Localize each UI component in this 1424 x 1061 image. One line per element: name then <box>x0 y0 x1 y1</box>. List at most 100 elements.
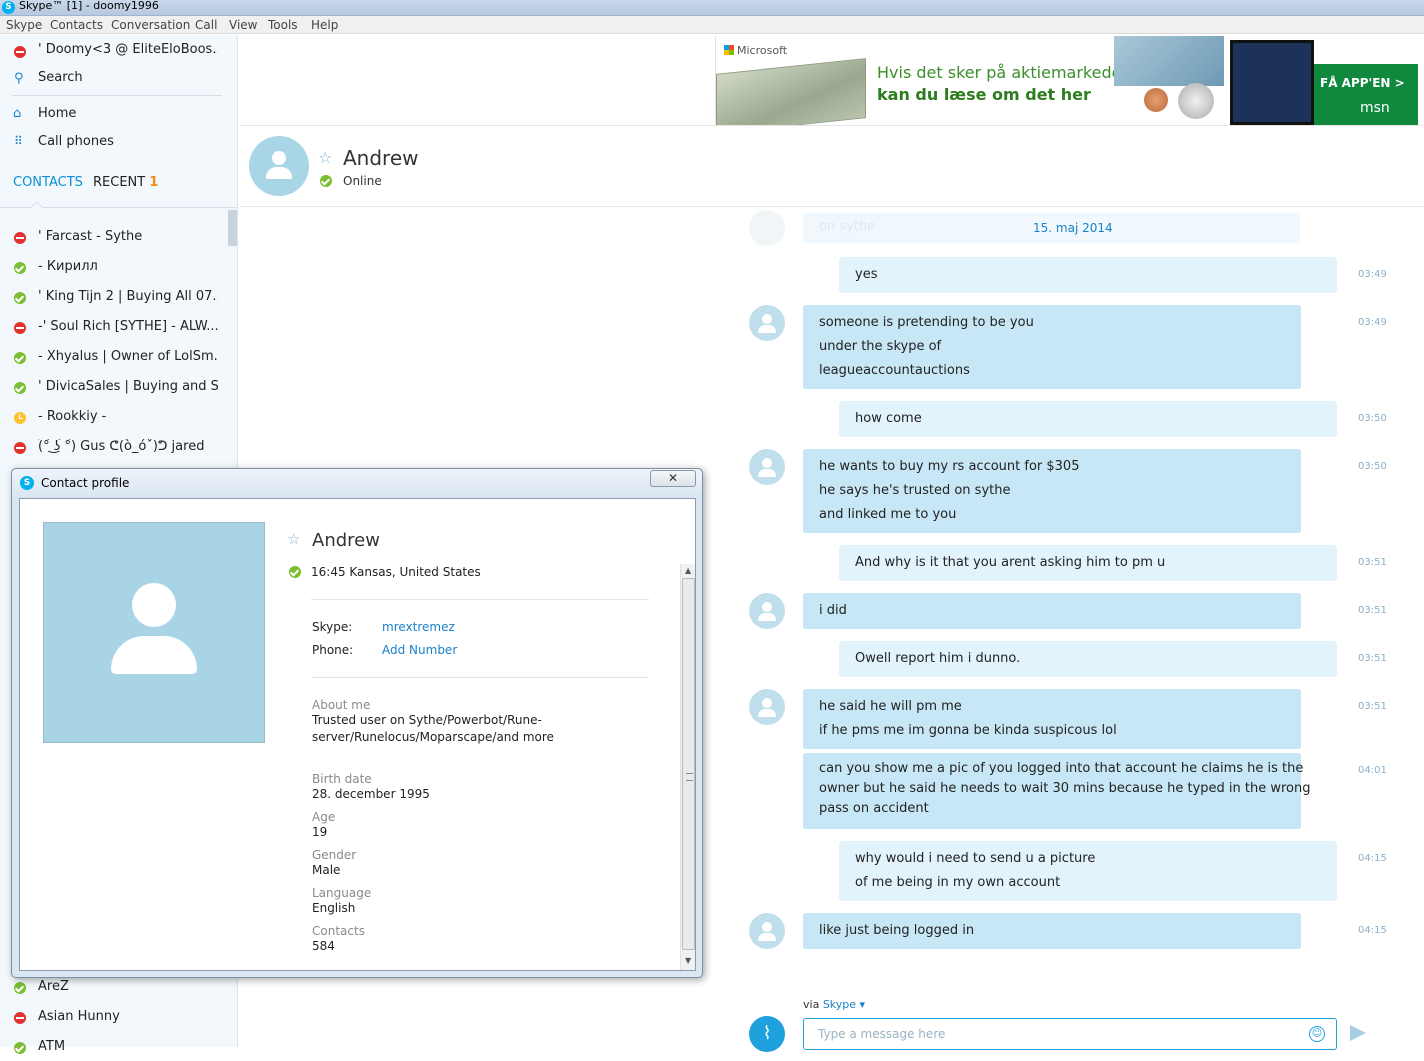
message-text: he says he's trusted on sythe <box>819 483 1011 498</box>
msn-logo: msn <box>1360 100 1390 116</box>
busy-status-icon <box>14 46 26 58</box>
contact-item[interactable]: ' Farcast - Sythe <box>0 225 236 251</box>
menu-call[interactable]: Call <box>195 18 217 32</box>
message-text: owner but he said he needs to wait 30 mi… <box>819 781 1311 796</box>
avatar[interactable] <box>249 136 309 196</box>
search-item[interactable]: ⚲ Search <box>0 66 236 92</box>
avatar[interactable] <box>749 449 785 485</box>
contact-item[interactable]: - Xhyalus | Owner of LolSm... <box>0 345 236 371</box>
scroll-thumb[interactable] <box>682 578 695 950</box>
message-text: why would i need to send u a picture <box>855 851 1096 866</box>
message-timestamp: 03:51 <box>1358 701 1387 712</box>
outgoing-message[interactable]: why would i need to send u a picture of m… <box>839 841 1337 901</box>
ad-cta-button[interactable]: FÅ APP'EN > msn <box>1314 64 1418 125</box>
favorite-star-icon[interactable]: ☆ <box>318 148 332 167</box>
online-status-icon <box>320 175 332 187</box>
avatar <box>749 210 785 246</box>
contact-item[interactable]: -' Soul Rich [SYTHE] - ALW... <box>0 315 236 341</box>
online-status-icon <box>14 1042 26 1054</box>
outgoing-message[interactable]: Owell report him i dunno. <box>839 641 1337 677</box>
incoming-message[interactable]: i did <box>803 593 1301 629</box>
outgoing-message[interactable]: how come <box>839 401 1337 437</box>
online-status-icon <box>289 566 301 578</box>
ad-headline-1: Hvis det sker på aktiemarkedet, <box>877 63 1133 82</box>
send-icon[interactable] <box>1350 1025 1366 1041</box>
my-profile[interactable]: ' Doomy<3 @ EliteEloBoos... <box>0 38 236 64</box>
message-input[interactable] <box>803 1018 1337 1050</box>
menu-conversation[interactable]: Conversation <box>111 18 190 32</box>
tab-indicator <box>30 201 43 214</box>
profile-divider <box>311 599 649 600</box>
menu-view[interactable]: View <box>229 18 257 32</box>
message-timestamp: 04:01 <box>1358 765 1387 776</box>
contact-name: Asian Hunny <box>38 1009 120 1024</box>
message-text: can you show me a pic of you logged into… <box>819 761 1304 776</box>
close-button[interactable]: ✕ <box>650 470 696 487</box>
contact-item[interactable]: - Rookkiy - <box>0 405 236 431</box>
age-label: Age <box>312 810 336 824</box>
outgoing-message[interactable]: And why is it that you arent asking him … <box>839 545 1337 581</box>
incoming-message[interactable]: can you show me a pic of you logged into… <box>803 753 1311 829</box>
microsoft-logo-icon <box>724 45 734 55</box>
my-profile-name: ' Doomy<3 @ EliteEloBoos... <box>38 42 218 57</box>
contact-name: (͡° ͜ʖ ͡°) Gus ᕦ(ò_óˇ)ᕤ jared <box>38 439 205 454</box>
contact-name[interactable]: Andrew <box>343 146 419 170</box>
title-bar: S Skype™ [1] - doomy1996 <box>0 0 1424 16</box>
incoming-message[interactable]: like just being logged in <box>803 913 1301 949</box>
contact-name: ' King Tijn 2 | Buying All 07... <box>38 289 218 304</box>
avatar[interactable] <box>749 305 785 341</box>
profile-scrollbar[interactable]: ▲ ▼ <box>680 564 695 970</box>
about-label: About me <box>312 698 371 712</box>
incoming-message[interactable]: someone is pretending to be you under the… <box>803 305 1301 389</box>
busy-status-icon <box>14 1012 26 1024</box>
ad-brand: Microsoft <box>724 44 787 57</box>
scroll-up-icon[interactable]: ▲ <box>685 566 691 575</box>
profile-divider <box>311 677 649 678</box>
tab-contacts[interactable]: CONTACTS <box>13 175 83 190</box>
contact-item[interactable]: Asian Hunny <box>0 1005 236 1031</box>
menu-help[interactable]: Help <box>311 18 338 32</box>
message-text: leagueaccountauctions <box>819 363 970 378</box>
via-selector[interactable]: via Skype ▾ <box>803 998 865 1011</box>
coin-image <box>1144 88 1168 112</box>
menu-contacts[interactable]: Contacts <box>50 18 103 32</box>
coin-image <box>1178 83 1214 119</box>
contact-item[interactable]: (͡° ͜ʖ ͡°) Gus ᕦ(ò_óˇ)ᕤ jared <box>0 435 236 461</box>
phone-label: Phone: <box>312 643 354 657</box>
add-number-link[interactable]: Add Number <box>382 643 457 657</box>
contact-item[interactable]: ' King Tijn 2 | Buying All 07... <box>0 285 236 311</box>
scroll-down-icon[interactable]: ▼ <box>685 956 691 965</box>
contact-item[interactable]: ATM <box>0 1035 236 1061</box>
avatar[interactable] <box>749 913 785 949</box>
profile-content: ☆ Andrew 16:45 Kansas, United States Sky… <box>19 498 696 971</box>
avatar[interactable] <box>749 593 785 629</box>
contact-item[interactable]: - Кирилл <box>0 255 236 281</box>
language-value: English <box>312 901 356 915</box>
dollar-bill-image <box>716 58 866 125</box>
outgoing-message[interactable]: yes <box>839 257 1337 293</box>
profile-name: Andrew <box>312 530 380 551</box>
search-label: Search <box>38 70 83 85</box>
message-timestamp: 03:51 <box>1358 605 1387 616</box>
sidebar-item-home[interactable]: ⌂ Home <box>0 102 236 128</box>
sidebar-divider <box>12 95 222 96</box>
contact-item[interactable]: AreZ <box>0 975 236 1001</box>
skype-logo-icon: S <box>20 476 34 490</box>
skype-label: Skype: <box>312 620 353 634</box>
incoming-message[interactable]: he wants to buy my rs account for $305 he… <box>803 449 1301 533</box>
menu-tools[interactable]: Tools <box>268 18 298 32</box>
online-status-icon <box>14 262 26 274</box>
avatar[interactable] <box>749 689 785 725</box>
sidebar-item-call-phones[interactable]: ⠿ Call phones <box>0 130 236 156</box>
message-timestamp: 03:50 <box>1358 461 1387 472</box>
ad-banner[interactable]: Microsoft Hvis det sker på aktiemarkedet… <box>715 36 1418 125</box>
skype-name-link[interactable]: mrextremez <box>382 620 455 634</box>
tab-recent[interactable]: RECENT 1 <box>93 175 158 190</box>
emoticon-icon[interactable]: ☺ <box>1309 1026 1325 1042</box>
incoming-message[interactable]: he said he will pm me if he pms me im gon… <box>803 689 1301 749</box>
online-status-icon <box>14 382 26 394</box>
contact-item[interactable]: ' DivicaSales | Buying and Se... <box>0 375 236 401</box>
menu-skype[interactable]: Skype <box>6 18 42 32</box>
favorite-star-icon[interactable]: ☆ <box>287 530 300 548</box>
message-timestamp: 03:49 <box>1358 317 1387 328</box>
